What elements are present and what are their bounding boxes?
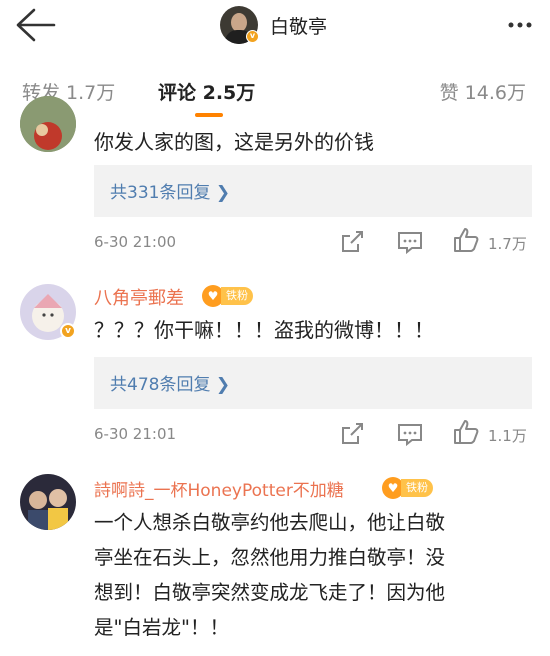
comment-text-line: 是"白岩龙"！！: [94, 616, 229, 639]
comment-username[interactable]: 八角亭郵差: [94, 284, 184, 310]
comment-text-line: 想到！白敬亭突然变成龙飞走了！因为他: [94, 581, 446, 604]
share-icon[interactable]: [338, 420, 366, 448]
like-icon[interactable]: [452, 226, 480, 254]
fan-badge: ♥ 铁粉: [382, 477, 433, 499]
reply-link[interactable]: 共331条回复 ❯: [110, 178, 230, 203]
comment-text-line: 亭坐在石头上，忽然他用力推白敬亭！没: [94, 546, 446, 569]
reply-summary[interactable]: 共331条回复 ❯: [94, 165, 532, 217]
comment-icon[interactable]: [396, 420, 424, 448]
tab-like[interactable]: 赞 14.6万: [440, 78, 526, 105]
comment-text: 你发人家的图，这是另外的价钱: [94, 130, 374, 154]
back-arrow-icon[interactable]: [14, 6, 58, 44]
like-icon[interactable]: [452, 418, 480, 446]
comment-username[interactable]: 詩啊詩_一杯HoneyPotter不加糖: [94, 476, 344, 501]
like-count: 1.1万: [488, 427, 527, 445]
comment-time: 6-30 21:00: [94, 233, 177, 251]
avatar[interactable]: [20, 474, 76, 530]
share-icon[interactable]: [338, 228, 366, 256]
tab-bar: 转发 1.7万 评论 2.5万 赞 14.6万: [0, 66, 550, 118]
comment-icon[interactable]: [396, 228, 424, 256]
active-tab-indicator: [195, 113, 223, 117]
verified-icon: v: [246, 30, 259, 43]
more-options-icon[interactable]: [508, 15, 532, 35]
fan-badge: ♥ 铁粉: [202, 285, 253, 307]
like-count: 1.7万: [488, 235, 527, 253]
header-username[interactable]: 白敬亭: [270, 12, 327, 39]
profile-header[interactable]: 白敬亭: [220, 5, 327, 45]
tab-comment[interactable]: 评论 2.5万: [158, 78, 255, 105]
verified-icon: v: [60, 323, 76, 339]
reply-summary[interactable]: 共478条回复 ❯: [94, 357, 532, 409]
comment-time: 6-30 21:01: [94, 425, 177, 443]
avatar[interactable]: [20, 96, 76, 152]
comment-text-line: 一个人想杀白敬亭约他去爬山，他让白敬: [94, 511, 446, 534]
top-bar: 白敬亭 v: [0, 0, 550, 50]
reply-link[interactable]: 共478条回复 ❯: [110, 370, 230, 395]
comment-text: ？？？你干嘛！！！盗我的微博！！！: [94, 318, 434, 342]
